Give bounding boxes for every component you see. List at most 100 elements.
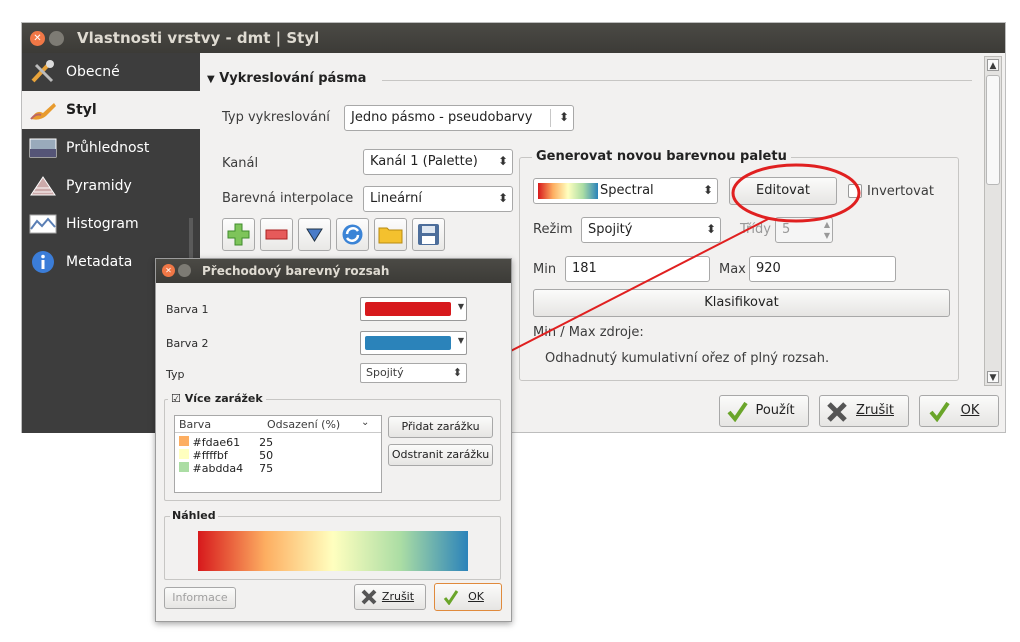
plus-icon — [227, 223, 250, 246]
minimize-window-button[interactable] — [49, 31, 64, 46]
stop-offset: 25 — [259, 436, 274, 449]
gradient-ramp-dialog: ✕ Přechodový barevný rozsah Barva 1 ▼ Ba… — [155, 258, 512, 622]
transparency-icon — [29, 138, 57, 158]
mode-value: Spojitý — [588, 222, 633, 237]
col-offset-header[interactable]: Odsazení (%) — [267, 418, 340, 431]
stops-checkbox[interactable]: ☑ — [171, 392, 181, 405]
type-value: Spojitý — [366, 366, 404, 379]
remove-stop-button[interactable]: Odstranit zarážku — [388, 444, 493, 466]
close-dialog-button[interactable]: ✕ — [162, 264, 175, 277]
max-input[interactable]: 920 — [749, 256, 896, 282]
min-input[interactable]: 181 — [565, 256, 710, 282]
close-window-button[interactable]: ✕ — [30, 31, 45, 46]
window-title: Vlastnosti vrstvy - dmt | Styl — [77, 29, 320, 47]
dialog-ok-label: OK — [468, 590, 484, 603]
interpolation-select[interactable]: Lineární ⬍ — [363, 186, 513, 212]
pyramid-icon — [30, 176, 56, 196]
stop-row[interactable]: #abdda4 75 — [175, 462, 277, 475]
vertical-scrollbar[interactable]: ▲ ▼ — [984, 56, 1002, 386]
sidebar-item-pyramids[interactable]: Pyramidy — [22, 167, 200, 205]
render-type-select[interactable]: Jedno pásmo - pseudobarvy ⬍ — [344, 105, 574, 131]
color1-button[interactable]: ▼ — [360, 297, 467, 321]
remove-entry-button[interactable] — [260, 218, 293, 251]
stop-swatch — [179, 449, 189, 459]
checkmark-icon — [727, 401, 748, 422]
add-stop-button[interactable]: Přidat zarážku — [388, 416, 493, 438]
spin-arrows-icon: ⬍ — [497, 154, 508, 168]
dialog-cancel-label: Zrušit — [381, 590, 415, 603]
stops-table[interactable]: Barva Odsazení (%) ⌄ #fdae61 25 #ffffbf 50… — [174, 415, 382, 493]
folder-icon — [378, 227, 403, 244]
stop-row[interactable]: #fdae61 25 — [175, 436, 277, 449]
palette-group-title: Generovat novou barevnou paletu — [532, 149, 791, 164]
color2-button[interactable]: ▼ — [360, 331, 467, 355]
dialog-ok-button[interactable]: OK — [434, 583, 502, 611]
stop-row[interactable]: #ffffbf 50 — [175, 449, 277, 462]
dropdown-arrow-icon: ▼ — [457, 302, 464, 311]
refresh-button[interactable] — [336, 218, 369, 251]
cross-icon — [361, 589, 377, 605]
cancel-label: Zrušit — [856, 403, 894, 418]
apply-button[interactable]: Použít — [719, 395, 809, 427]
sidebar-item-style[interactable]: Styl — [22, 91, 200, 129]
mode-label: Režim — [533, 222, 573, 237]
sidebar-item-label: Obecné — [66, 64, 120, 80]
edit-ramp-button[interactable]: Editovat — [729, 177, 837, 205]
ok-button[interactable]: OK — [919, 395, 999, 427]
channel-select[interactable]: Kanál 1 (Palette) ⬍ — [363, 149, 513, 175]
max-value: 920 — [756, 261, 781, 276]
scrollbar-thumb[interactable] — [986, 75, 1000, 185]
preview-label: Náhled — [170, 509, 218, 522]
color2-swatch — [365, 336, 451, 350]
stop-color: #fdae61 — [192, 436, 241, 449]
save-file-button[interactable] — [412, 218, 445, 251]
type-select[interactable]: Spojitý ⬍ — [360, 363, 467, 383]
open-file-button[interactable] — [374, 218, 407, 251]
spin-arrows-icon: ⬍ — [705, 222, 716, 236]
spin-arrows-icon: ⬍ — [702, 183, 713, 197]
stop-offset: 50 — [259, 449, 274, 462]
cancel-button[interactable]: Zrušit — [819, 395, 909, 427]
stop-offset: 75 — [259, 462, 274, 475]
min-label: Min — [533, 262, 557, 277]
classes-value: 5 — [782, 222, 791, 237]
section-divider — [382, 80, 972, 81]
sort-chevron-icon: ⌄ — [361, 417, 370, 428]
scroll-up-icon[interactable]: ▲ — [987, 59, 999, 71]
classes-spinbox[interactable]: 5 ▲ ▼ — [775, 217, 833, 243]
dialog-cancel-button[interactable]: Zrušit — [354, 584, 426, 610]
dialog-titlebar: ✕ Přechodový barevný rozsah — [156, 259, 511, 283]
sort-button[interactable] — [298, 218, 331, 251]
classify-button[interactable]: Klasifikovat — [533, 289, 950, 317]
color1-label: Barva 1 — [166, 303, 209, 316]
mode-select[interactable]: Spojitý ⬍ — [581, 217, 721, 243]
ramp-preview — [538, 183, 598, 199]
sidebar-item-label: Histogram — [66, 216, 139, 232]
gradient-preview — [198, 531, 468, 571]
section-header-render[interactable]: ▼ Vykreslování pásma — [207, 71, 366, 86]
cross-icon — [827, 402, 847, 422]
stop-color: #ffffbf — [192, 449, 228, 462]
minmax-source-label: Min / Max zdroje: — [533, 325, 644, 340]
invert-checkbox[interactable] — [848, 184, 862, 198]
sidebar-item-transparency[interactable]: Průhlednost — [22, 129, 200, 167]
color-ramp-select[interactable]: Spectral ⬍ — [533, 178, 718, 204]
color2-label: Barva 2 — [166, 337, 209, 350]
col-color-header[interactable]: Barva — [179, 418, 211, 431]
info-icon — [32, 251, 54, 273]
dropdown-arrow-icon: ▼ — [457, 336, 464, 345]
stops-group-header[interactable]: ☑ Více zarážek — [168, 392, 266, 405]
sidebar-item-general[interactable]: Obecné — [22, 53, 200, 91]
spin-arrows-icon: ⬍ — [497, 191, 508, 205]
stops-label: Více zarážek — [184, 392, 263, 405]
info-button[interactable]: Informace — [164, 587, 236, 609]
ok-label: OK — [960, 403, 980, 418]
minmax-source-text: Odhadnutý kumulativní ořez of plný rozsa… — [545, 351, 830, 366]
render-type-value: Jedno pásmo - pseudobarvy — [351, 110, 533, 125]
add-entry-button[interactable] — [222, 218, 255, 251]
scroll-down-icon[interactable]: ▼ — [987, 371, 999, 383]
invert-label: Invertovat — [867, 184, 934, 199]
sidebar-item-histogram[interactable]: Histogram — [22, 205, 200, 243]
type-label: Typ — [166, 368, 185, 381]
minimize-dialog-button[interactable] — [178, 264, 191, 277]
